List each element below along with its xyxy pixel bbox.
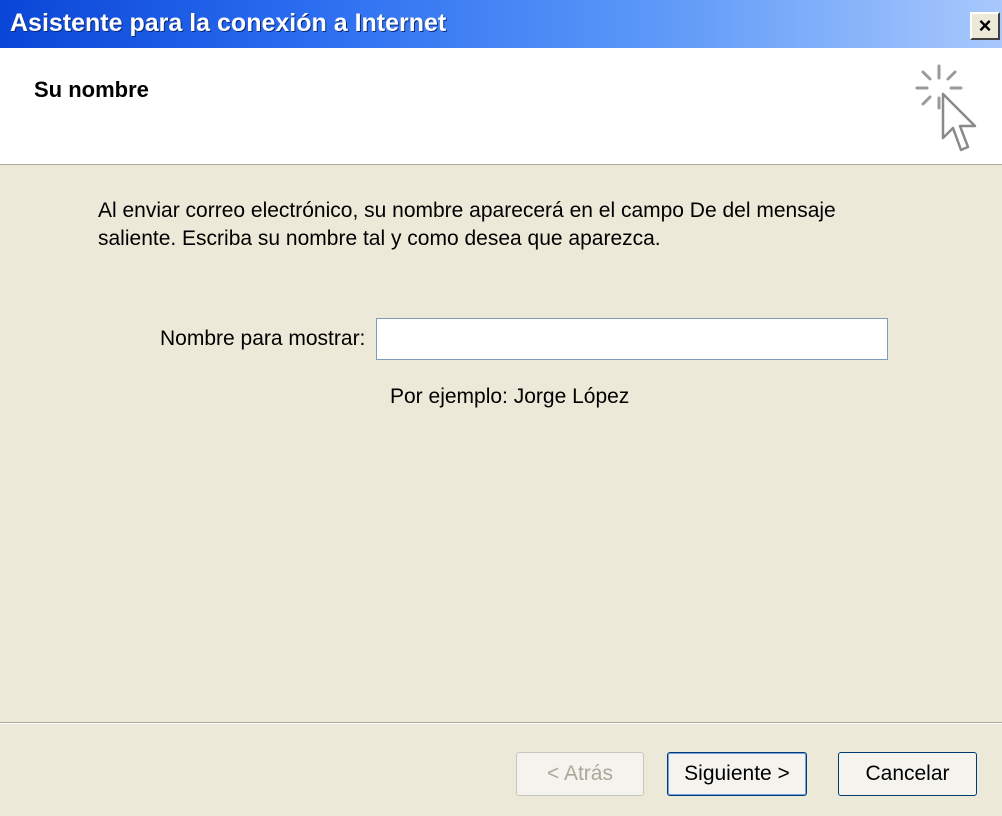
next-button[interactable]: Siguiente >: [667, 752, 807, 796]
footer-divider: [0, 722, 1002, 724]
close-icon: ×: [978, 13, 992, 38]
back-button[interactable]: < Atrás: [516, 752, 644, 796]
close-button[interactable]: ×: [970, 12, 1000, 40]
example-text: Por ejemplo: Jorge López: [390, 385, 630, 408]
wizard-header: Su nombre: [0, 48, 1002, 165]
page-title: Su nombre: [34, 77, 149, 102]
display-name-input[interactable]: [376, 318, 888, 360]
wizard-cursor-sparkle-icon: [915, 64, 977, 152]
window-title: Asistente para la conexión a Internet: [10, 9, 447, 37]
title-bar[interactable]: Asistente para la conexión a Internet ×: [0, 0, 1002, 48]
instructions-text: Al enviar correo electrónico, su nombre …: [98, 199, 836, 250]
display-name-label: Nombre para mostrar:: [160, 327, 366, 350]
cancel-button[interactable]: Cancelar: [838, 752, 977, 796]
